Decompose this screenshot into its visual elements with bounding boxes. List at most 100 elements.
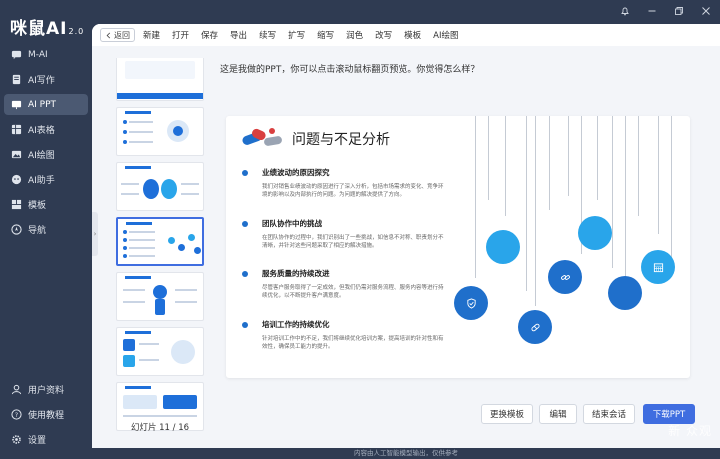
sidebar-item-user-profile[interactable]: 用户资料 (4, 379, 88, 400)
slide-title: 问题与不足分析 (292, 132, 390, 148)
bullet-dot (242, 221, 248, 227)
blue-ball (578, 216, 612, 250)
slide-thumbnail-current[interactable] (116, 217, 204, 266)
slide-thumbnail[interactable] (116, 58, 204, 101)
bullet-dot (242, 322, 248, 328)
hanging-string (505, 116, 506, 216)
minimize-icon[interactable] (646, 5, 658, 17)
template-icon (11, 199, 22, 210)
assistant-icon (11, 174, 22, 185)
ppt-icon (11, 99, 22, 110)
chat-icon (11, 49, 22, 60)
slide-item-title: 业绩波动的原因探究 (262, 168, 330, 177)
main-panel: 返回 新建 打开 保存 导出 续写 扩写 缩写 润色 改写 模板 AI绘图 › (92, 24, 720, 448)
tool-open[interactable]: 打开 (172, 29, 189, 41)
slide-thumbnail-list[interactable] (116, 58, 204, 434)
watermark: 新 众观 (668, 424, 712, 438)
shield-ball (454, 286, 488, 320)
tool-continue[interactable]: 续写 (259, 29, 276, 41)
hanging-string (638, 116, 639, 216)
slide-item-title: 培训工作的持续优化 (262, 320, 330, 329)
tool-condense[interactable]: 缩写 (317, 29, 334, 41)
blue-ball (486, 230, 520, 264)
change-template-button[interactable]: 更换模板 (481, 404, 533, 424)
hanging-string (526, 116, 527, 291)
table-icon (11, 124, 22, 135)
help-icon: ? (11, 409, 22, 420)
bullet-dot (242, 271, 248, 277)
tool-ai-draw[interactable]: AI绘图 (433, 29, 458, 41)
hanging-string (488, 116, 489, 200)
tool-save[interactable]: 保存 (201, 29, 218, 41)
link-icon (560, 274, 570, 280)
tool-expand[interactable]: 扩写 (288, 29, 305, 41)
pen-icon (11, 74, 22, 85)
slide-preview[interactable]: 问题与不足分析 业绩波动的原因探究 我们对销售业绩波动的原因进行了深入分析，包括… (226, 116, 690, 378)
user-icon (11, 384, 22, 395)
sidebar-item-ai-writing[interactable]: AI写作 (4, 69, 88, 90)
sidebar: 咪鼠AI2.0 M-AI AI写作 AI PPT AI表格 AI绘图 AI助手 … (0, 0, 92, 459)
chevron-right-icon: › (93, 230, 97, 238)
sidebar-item-tutorial[interactable]: ? 使用教程 (4, 404, 88, 425)
slide-thumbnail[interactable] (116, 272, 204, 321)
hanging-string (597, 116, 598, 200)
slide-counter: 幻灯片 11 / 16 (130, 423, 190, 433)
slide-thumbnail[interactable] (116, 162, 204, 211)
pill-ball (518, 310, 552, 344)
sidebar-item-ai-assistant[interactable]: AI助手 (4, 169, 88, 190)
slide-thumbnail[interactable] (116, 327, 204, 376)
sidebar-item-m-ai[interactable]: M-AI (4, 44, 88, 65)
bullet-dot (242, 170, 248, 176)
hanging-string (568, 116, 569, 196)
chevron-left-icon (106, 32, 111, 38)
sidebar-item-navigation[interactable]: 导航 (4, 219, 88, 240)
shield-icon (466, 297, 476, 309)
pill-icon (530, 323, 540, 331)
hanging-string (625, 116, 626, 278)
window-controls (619, 5, 712, 17)
tool-template[interactable]: 模板 (404, 29, 421, 41)
slide-item-body: 尽管客户服务取得了一定成效，但我们仍需对服务流程、服务内容等进行持续优化，以不断… (262, 285, 444, 299)
slide-item-body: 在团队协作的过程中，我们识别出了一些挑战，如信息不对称、职责划分不清晰，并针对这… (262, 235, 444, 249)
assistant-message: 这是我做的PPT，你可以点击滚动鼠标翻页预览。你觉得怎么样？ (220, 65, 480, 75)
tool-rewrite[interactable]: 改写 (375, 29, 392, 41)
collapse-handle[interactable]: › (92, 212, 98, 256)
tool-polish[interactable]: 润色 (346, 29, 363, 41)
slide-thumbnail[interactable] (116, 107, 204, 156)
hanging-string (671, 116, 672, 266)
download-ppt-button[interactable]: 下载PPT (643, 404, 695, 424)
slide-item-title: 团队协作中的挑战 (262, 219, 322, 228)
compass-icon (11, 224, 22, 235)
image-icon (11, 149, 22, 160)
link-ball (548, 260, 582, 294)
slide-item-title: 服务质量的持续改进 (262, 269, 330, 278)
tool-new[interactable]: 新建 (143, 29, 160, 41)
sidebar-item-template[interactable]: 模板 (4, 194, 88, 215)
blue-ball (608, 276, 642, 310)
tool-export[interactable]: 导出 (230, 29, 247, 41)
hanging-string (475, 116, 476, 278)
pill-capsule-icon (242, 128, 282, 146)
hanging-string (549, 116, 550, 210)
restore-icon[interactable] (673, 5, 685, 17)
sidebar-item-ai-draw[interactable]: AI绘图 (4, 144, 88, 165)
hanging-string (658, 116, 659, 234)
sidebar-item-ai-ppt[interactable]: AI PPT (4, 94, 88, 115)
app-logo: 咪鼠AI2.0 (10, 19, 85, 39)
close-icon[interactable] (700, 5, 712, 17)
slide-item-body: 我们对销售业绩波动的原因进行了深入分析，包括市场需求的变化、竞争环境的影响以及内… (262, 184, 444, 198)
slide-item-body: 针对培训工作中的不足，我们将继续优化培训方案，提高培训的针对性和有效性，确保员工… (262, 336, 444, 350)
sidebar-item-ai-table[interactable]: AI表格 (4, 119, 88, 140)
bell-icon[interactable] (619, 5, 631, 17)
hanging-string (612, 116, 613, 268)
calendar-icon (653, 262, 663, 272)
toolbar: 返回 新建 打开 保存 导出 续写 扩写 缩写 润色 改写 模板 AI绘图 (92, 24, 720, 46)
gear-icon (11, 434, 22, 445)
sidebar-item-settings[interactable]: 设置 (4, 429, 88, 450)
hanging-string (535, 116, 536, 306)
back-button[interactable]: 返回 (100, 28, 135, 42)
calendar-ball (641, 250, 675, 284)
footer-disclaimer: 内容由人工智能模型输出，仅供参考 (354, 449, 458, 457)
end-session-button[interactable]: 结束会话 (583, 404, 635, 424)
edit-button[interactable]: 编辑 (539, 404, 577, 424)
